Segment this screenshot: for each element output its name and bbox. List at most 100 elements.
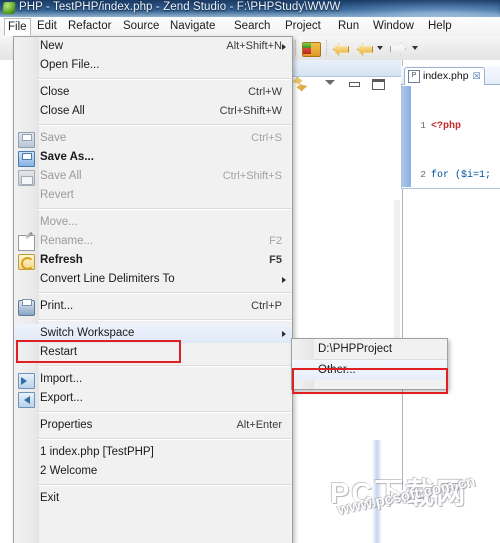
menu-item-convert-line-delimiters[interactable]: Convert Line Delimiters To	[14, 270, 292, 289]
menu-project[interactable]: Project	[281, 19, 325, 34]
menu-help[interactable]: Help	[424, 19, 456, 34]
menu-separator	[38, 319, 292, 321]
explorer-view-panel	[289, 60, 403, 490]
refresh-icon	[18, 254, 35, 270]
menu-search[interactable]: Search	[230, 19, 274, 34]
menu-item-label: Properties	[40, 419, 93, 431]
editor-tab-label: index.php	[423, 70, 469, 82]
save-all-icon	[18, 170, 35, 186]
submenu-arrow-icon	[282, 331, 286, 337]
minimize-icon[interactable]	[349, 82, 360, 87]
title-bar: PHP - TestPHP/index.php - Zend Studio - …	[0, 0, 500, 17]
editor-gutter	[402, 86, 411, 187]
dropdown-arrow-icon[interactable]	[412, 46, 418, 50]
back-arrow-icon[interactable]	[333, 43, 349, 56]
menu-item-import[interactable]: Import...	[14, 370, 292, 389]
save-as-icon	[18, 151, 35, 167]
menu-item-recent-2[interactable]: 2 Welcome	[14, 462, 292, 481]
forward-arrow-icon[interactable]	[357, 43, 373, 56]
menu-item-accel: Ctrl+Shift+W	[219, 105, 282, 117]
menu-navigate[interactable]: Navigate	[166, 19, 219, 34]
menu-item-label: Switch Workspace	[40, 327, 135, 339]
menu-item-close[interactable]: Close Ctrl+W	[14, 83, 292, 102]
submenu-item-dphpproject[interactable]: D:\PHPProject	[292, 339, 447, 359]
view-menu-icon[interactable]	[325, 80, 335, 85]
submenu-arrow-icon	[282, 44, 286, 50]
menu-separator	[38, 484, 292, 486]
window-title: PHP - TestPHP/index.php - Zend Studio - …	[19, 1, 341, 13]
menu-item-save: Save Ctrl+S	[14, 129, 292, 148]
menu-item-export[interactable]: Export...	[14, 389, 292, 408]
menu-item-accel: Ctrl+P	[251, 300, 282, 312]
menu-item-label: Rename...	[40, 235, 94, 247]
toolbar-separator	[326, 40, 327, 56]
menu-item-recent-1[interactable]: 1 index.php [TestPHP]	[14, 443, 292, 462]
menu-item-accel: Ctrl+W	[248, 86, 282, 98]
menu-item-accel: Alt+Shift+N	[226, 40, 282, 52]
menu-item-label: Save As...	[40, 151, 94, 163]
menu-item-label: Open File...	[40, 59, 100, 71]
menu-item-accel: Alt+Enter	[236, 419, 282, 431]
next-annotation-icon[interactable]	[390, 43, 406, 55]
menu-item-open-file[interactable]: Open File...	[14, 56, 292, 75]
submenu-item-other[interactable]: Other...	[292, 360, 447, 380]
menu-item-save-all: Save All Ctrl+Shift+S	[14, 167, 292, 186]
view-tab-strip	[289, 60, 401, 77]
menu-item-label: Restart	[40, 346, 78, 358]
menu-item-properties[interactable]: Properties Alt+Enter	[14, 416, 292, 435]
menu-item-accel: F2	[269, 235, 282, 247]
menu-item-close-all[interactable]: Close All Ctrl+Shift+W	[14, 102, 292, 121]
menu-item-accel: F5	[269, 254, 282, 266]
menu-refactor[interactable]: Refactor	[64, 19, 115, 34]
menu-item-label: Save	[40, 132, 67, 144]
menu-bar: File Edit Refactor Source Navigate Searc…	[0, 17, 500, 37]
menu-separator	[38, 124, 292, 126]
menu-item-label: New	[40, 40, 64, 52]
watermark-stroke	[377, 440, 382, 543]
editor-code-area[interactable]: 1<?php 2for ($i=1; 3{ 4 echo " 5} 6?>	[412, 86, 500, 187]
save-icon	[18, 132, 35, 148]
menu-item-label: Close	[40, 86, 70, 98]
menu-separator	[38, 365, 292, 367]
editor-tab-index-php[interactable]: P index.php ☒	[404, 67, 485, 85]
file-dropdown-menu: New Alt+Shift+N Open File... Close Ctrl+…	[13, 36, 293, 543]
menu-file[interactable]: File	[4, 18, 31, 36]
toolbar-separator	[295, 40, 296, 56]
run-icon[interactable]	[302, 42, 321, 57]
menu-item-accel: Ctrl+Shift+S	[222, 170, 282, 182]
dropdown-arrow-icon[interactable]	[377, 46, 383, 50]
menu-item-label: Exit	[40, 492, 60, 504]
code-line: <?php	[431, 121, 462, 132]
menu-item-label: Move...	[40, 216, 78, 228]
menu-item-refresh[interactable]: Refresh F5	[14, 251, 292, 270]
menu-item-restart[interactable]: Restart	[14, 343, 292, 362]
maximize-icon[interactable]	[372, 79, 385, 90]
export-icon	[18, 392, 35, 408]
menu-item-label: Save All	[40, 170, 82, 182]
close-icon[interactable]: ☒	[473, 68, 481, 85]
menu-item-move: Move...	[14, 213, 292, 232]
php-file-icon: P	[408, 70, 420, 83]
menu-item-print[interactable]: Print... Ctrl+P	[14, 297, 292, 316]
menu-separator	[38, 208, 292, 210]
menu-item-new[interactable]: New Alt+Shift+N	[14, 37, 292, 56]
rename-icon	[18, 235, 35, 251]
menu-separator	[38, 78, 292, 80]
print-icon	[18, 299, 35, 316]
submenu-arrow-icon	[282, 277, 286, 283]
menu-source[interactable]: Source	[119, 19, 163, 34]
line-number: 1	[420, 120, 426, 131]
line-number: 2	[420, 169, 426, 180]
menu-item-save-as[interactable]: Save As...	[14, 148, 292, 167]
menu-window[interactable]: Window	[369, 19, 418, 34]
menu-run[interactable]: Run	[334, 19, 363, 34]
menu-item-rename: Rename... F2	[14, 232, 292, 251]
menu-item-label: 2 Welcome	[40, 465, 98, 477]
menu-item-switch-workspace[interactable]: Switch Workspace	[14, 324, 292, 343]
menu-separator	[38, 292, 292, 294]
switch-workspace-submenu: D:\PHPProject Other...	[291, 338, 448, 390]
menu-item-accel: Ctrl+S	[251, 132, 282, 144]
menu-edit[interactable]: Edit	[33, 19, 61, 34]
menu-item-exit[interactable]: Exit	[14, 489, 292, 508]
link-with-editor-icon[interactable]	[292, 77, 307, 91]
